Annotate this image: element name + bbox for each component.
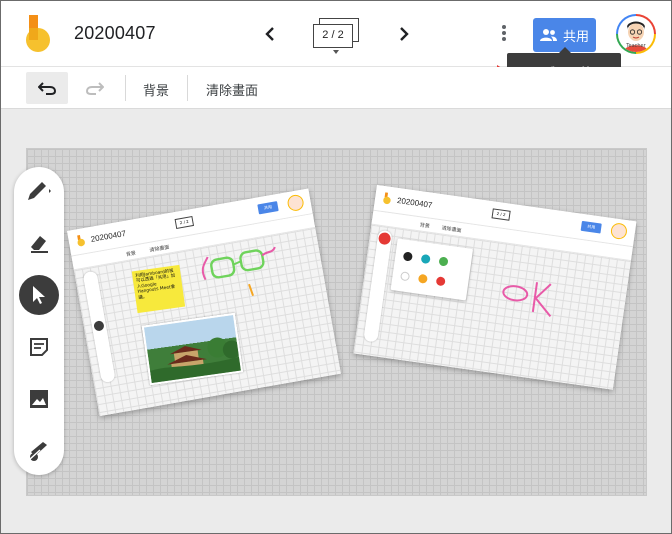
mini-share-button: 共用: [257, 201, 279, 215]
sticky-note-icon: [30, 338, 48, 356]
dot-icon: [502, 37, 506, 41]
dot-icon: [502, 25, 506, 29]
jamboard-logo: [383, 192, 391, 205]
jam-title[interactable]: 20200407: [74, 23, 156, 44]
frame-indicator: 2 / 2: [313, 24, 353, 48]
sticky-note: 利用Jamboard的板可以透過「共用」加入Google Hangouts Me…: [131, 264, 186, 314]
set-background-button[interactable]: 背景: [143, 80, 169, 99]
account-avatar[interactable]: Teacher: [616, 14, 656, 54]
toolbar-divider: [187, 75, 188, 101]
undo-icon: [38, 82, 56, 95]
mini-share-button: 共用: [580, 220, 602, 234]
pen-tool-button[interactable]: [19, 171, 59, 211]
select-tool-button[interactable]: [19, 275, 59, 315]
color-swatch: [435, 276, 446, 287]
mini-frame-indicator: 2 / 2: [174, 216, 195, 229]
toolbar-divider: [125, 75, 126, 101]
caret-down-icon: [333, 50, 339, 54]
laser-icon: [28, 442, 47, 461]
more-options-button[interactable]: [497, 23, 511, 45]
mini-background-label: 背景: [419, 222, 431, 230]
people-icon: [539, 29, 557, 41]
avatar-image: Teacher: [618, 16, 654, 52]
mini-title: 20200407: [396, 195, 433, 210]
jamboard-logo: [26, 15, 50, 52]
mini-background-label: 背景: [125, 250, 137, 259]
mini-frame-indicator: 2 / 2: [491, 208, 511, 221]
mini-active-tool: [377, 231, 392, 246]
eraser-tool-button[interactable]: [19, 223, 59, 263]
mini-title: 20200407: [90, 228, 127, 244]
mini-avatar: [286, 193, 305, 213]
ok-drawing: [502, 282, 552, 318]
mini-clear-label: 清除畫面: [149, 244, 170, 254]
frame-bar-toggle[interactable]: 2 / 2: [313, 18, 363, 54]
color-palette: [390, 238, 474, 301]
avatar-caption: Teacher: [626, 43, 646, 49]
tool-rail: [14, 167, 64, 475]
color-swatch: [402, 251, 413, 262]
previous-frame-button[interactable]: [260, 23, 280, 45]
share-button-label: 共用: [562, 29, 589, 45]
jamboard-logo: [77, 234, 85, 247]
color-swatch: [417, 273, 428, 284]
chevron-right-icon: [400, 27, 409, 41]
mini-avatar: [609, 222, 628, 241]
color-swatch: [399, 271, 411, 282]
clear-frame-button[interactable]: 清除畫面: [206, 80, 258, 99]
cursor-icon: [33, 286, 45, 304]
color-swatch: [420, 253, 431, 265]
image-tool-button[interactable]: [19, 379, 59, 419]
pen-icon: [28, 182, 51, 200]
color-swatch: [438, 256, 449, 267]
mini-active-tool: [93, 320, 105, 332]
laser-tool-button[interactable]: [19, 431, 59, 471]
undo-button[interactable]: [26, 72, 68, 104]
redo-icon: [86, 82, 104, 95]
image-icon: [30, 390, 48, 408]
sticky-note-tool-button[interactable]: [19, 327, 59, 367]
edit-toolbar: 背景 清除畫面: [1, 67, 671, 109]
screenshot-image-right[interactable]: 20200407 2 / 2 共用 背景 清除畫面: [353, 185, 637, 390]
next-frame-button[interactable]: [394, 23, 414, 45]
redo-button[interactable]: [83, 76, 107, 100]
dot-icon: [502, 31, 506, 35]
eraser-icon: [31, 236, 48, 253]
mini-clear-label: 清除畫面: [441, 225, 462, 235]
chevron-left-icon: [265, 27, 274, 41]
